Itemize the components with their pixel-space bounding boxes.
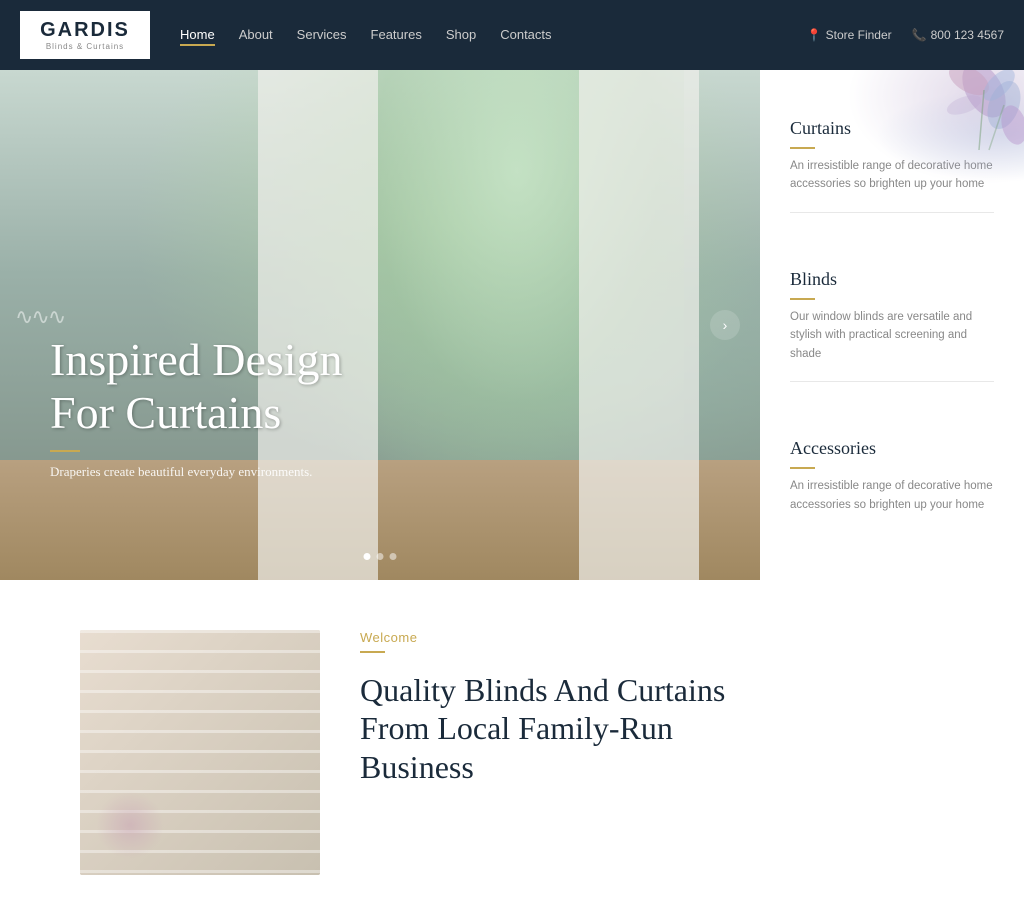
side-item-accessories-title: Accessories [790, 438, 994, 459]
bottom-text: Welcome Quality Blinds And Curtains From… [360, 630, 1004, 786]
nav-right: 📍 Store Finder 📞 800 123 4567 [807, 28, 1004, 42]
location-icon: 📍 [807, 28, 822, 42]
side-item-accessories-desc: An irresistible range of decorative home… [790, 477, 994, 514]
nav-item-services[interactable]: Services [297, 26, 347, 44]
accessories-dash [790, 467, 815, 469]
side-item-blinds-title: Blinds [790, 269, 994, 290]
side-item-blinds-desc: Our window blinds are versatile and styl… [790, 308, 994, 363]
nav-item-contacts[interactable]: Contacts [500, 26, 551, 44]
welcome-dash [360, 651, 385, 653]
curtain-left [258, 70, 378, 580]
floral-svg [824, 70, 1024, 200]
brand-name: GARDIS [40, 19, 130, 42]
curtain-right [579, 70, 699, 580]
floral-inner [824, 70, 1024, 200]
floral-decoration [824, 70, 1024, 200]
phone-icon: 📞 [912, 28, 927, 42]
nav-item-home[interactable]: Home [180, 26, 215, 44]
hero-title-dash [50, 450, 80, 452]
bottom-section: Welcome Quality Blinds And Curtains From… [0, 580, 1024, 905]
phone-number[interactable]: 📞 800 123 4567 [912, 28, 1004, 42]
hero-section: ∿∿∿ Inspired Design For Curtains Draperi… [0, 70, 1024, 580]
dot-1[interactable] [364, 553, 371, 560]
navbar: GARDIS Blinds & Curtains Home About Serv… [0, 0, 1024, 70]
nav-item-features[interactable]: Features [371, 26, 422, 44]
slider-next-arrow[interactable]: › [710, 310, 740, 340]
hero-image: ∿∿∿ Inspired Design For Curtains Draperi… [0, 70, 760, 580]
dot-2[interactable] [377, 553, 384, 560]
side-item-accessories: Accessories An irresistible range of dec… [790, 438, 994, 532]
nav-item-about[interactable]: About [239, 26, 273, 44]
welcome-label: Welcome [360, 630, 1004, 645]
wave-decoration: ∿∿∿ [15, 304, 64, 330]
hero-subtitle: Draperies create beautiful everyday envi… [50, 464, 343, 480]
store-finder[interactable]: 📍 Store Finder [807, 28, 892, 42]
hero-text-overlay: Inspired Design For Curtains Draperies c… [50, 334, 343, 480]
bottom-image-svg [80, 630, 320, 870]
side-item-blinds: Blinds Our window blinds are versatile a… [790, 269, 994, 382]
blinds-dash [790, 298, 815, 300]
logo[interactable]: GARDIS Blinds & Curtains [20, 11, 150, 59]
bottom-image [80, 630, 320, 875]
dot-3[interactable] [390, 553, 397, 560]
slide-indicator [364, 553, 397, 560]
nav-links: Home About Services Features Shop Contac… [180, 26, 552, 44]
curtains-dash [790, 147, 815, 149]
hero-title: Inspired Design For Curtains [50, 334, 343, 440]
bottom-title: Quality Blinds And Curtains From Local F… [360, 671, 1004, 786]
brand-subtitle: Blinds & Curtains [46, 42, 124, 51]
hero-side-panel: Curtains An irresistible range of decora… [760, 70, 1024, 580]
nav-item-shop[interactable]: Shop [446, 26, 476, 44]
